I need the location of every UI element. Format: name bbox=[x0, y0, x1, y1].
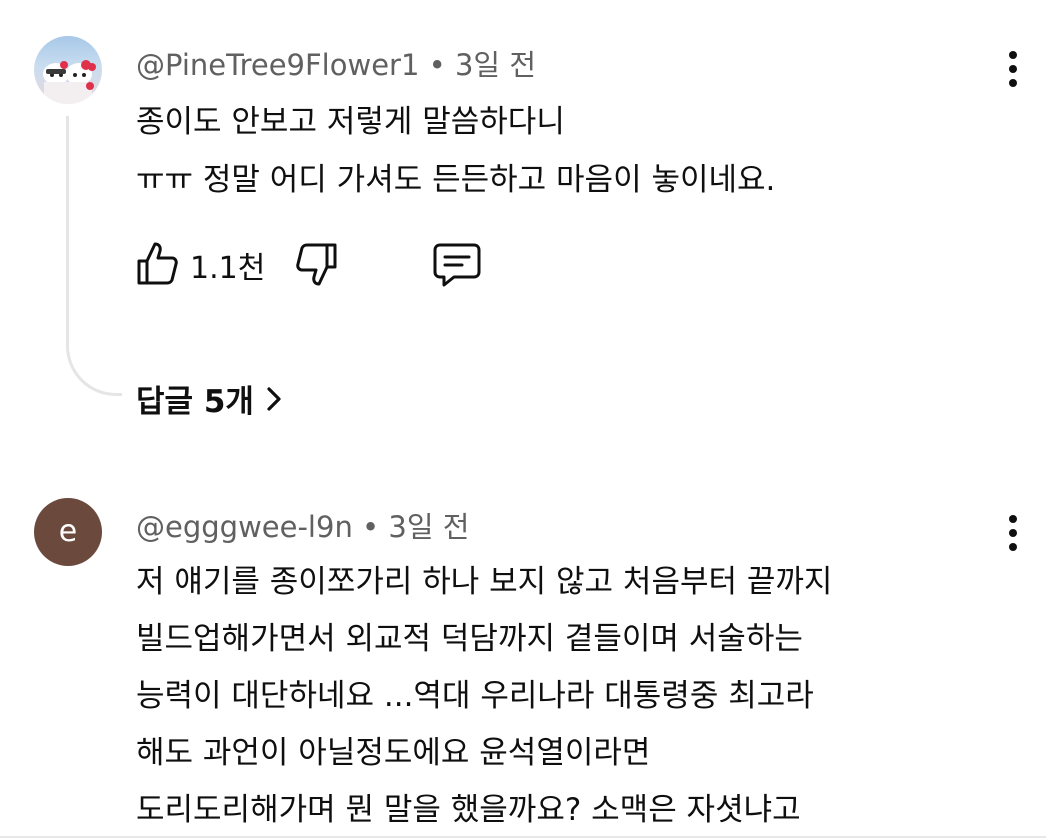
comment-text-line: 빌드업해가면서 외교적 덕담까지 곁들이며 서술하는 bbox=[136, 621, 803, 657]
comment-icon bbox=[433, 243, 481, 287]
comment-text-line: 도리도리해가며 뭔 말을 했을까요? 소맥은 자셧냐고 bbox=[136, 792, 801, 828]
reply-thread-line bbox=[66, 116, 122, 396]
comment-text-line: 능력이 대단하네요 ...역대 우리나라 대통령중 최고라 bbox=[136, 678, 814, 714]
avatar-letter: e bbox=[58, 514, 78, 549]
reply-button[interactable] bbox=[432, 242, 482, 292]
thumbs-up-icon bbox=[137, 242, 178, 285]
username[interactable]: @egggwee-l9n bbox=[136, 510, 353, 544]
avatar-picture bbox=[43, 60, 96, 104]
like-count: 1.1천 bbox=[190, 251, 266, 286]
like-button[interactable] bbox=[136, 240, 180, 290]
comment-text-line: 해도 과언이 아닐정도에요 윤석열이라면 bbox=[136, 735, 651, 771]
comment-text-line: ㅠㅠ 정말 어디 가셔도 든든하고 마음이 놓이네요. bbox=[136, 162, 776, 198]
meta-separator: • bbox=[362, 510, 380, 544]
avatar[interactable] bbox=[34, 36, 102, 104]
comment-text-line: 저 얘기를 종이쪼가리 하나 보지 않고 처음부터 끝까지 bbox=[136, 564, 833, 600]
more-vert-icon bbox=[1009, 51, 1017, 59]
comment-meta: @PineTree9Flower1 • 3일 전 bbox=[136, 42, 536, 84]
chevron-right-icon bbox=[267, 386, 281, 411]
avatar[interactable]: e bbox=[34, 498, 102, 566]
comment-age: 3일 전 bbox=[454, 48, 536, 82]
more-vert-icon bbox=[1009, 515, 1017, 523]
comment-age: 3일 전 bbox=[388, 510, 470, 544]
comment-meta: @egggwee-l9n • 3일 전 bbox=[136, 504, 469, 546]
view-replies-button[interactable]: 답글 5개 bbox=[136, 376, 284, 421]
dislike-button[interactable] bbox=[294, 242, 338, 292]
meta-separator: • bbox=[428, 48, 446, 82]
comment-text-line: 종이도 안보고 저렇게 말씀하다니 bbox=[136, 104, 565, 140]
username[interactable]: @PineTree9Flower1 bbox=[136, 48, 419, 82]
more-options-button[interactable] bbox=[996, 44, 1030, 94]
replies-label: 답글 5개 bbox=[136, 384, 254, 420]
thumbs-down-icon bbox=[296, 243, 337, 286]
more-options-button[interactable] bbox=[996, 508, 1030, 558]
